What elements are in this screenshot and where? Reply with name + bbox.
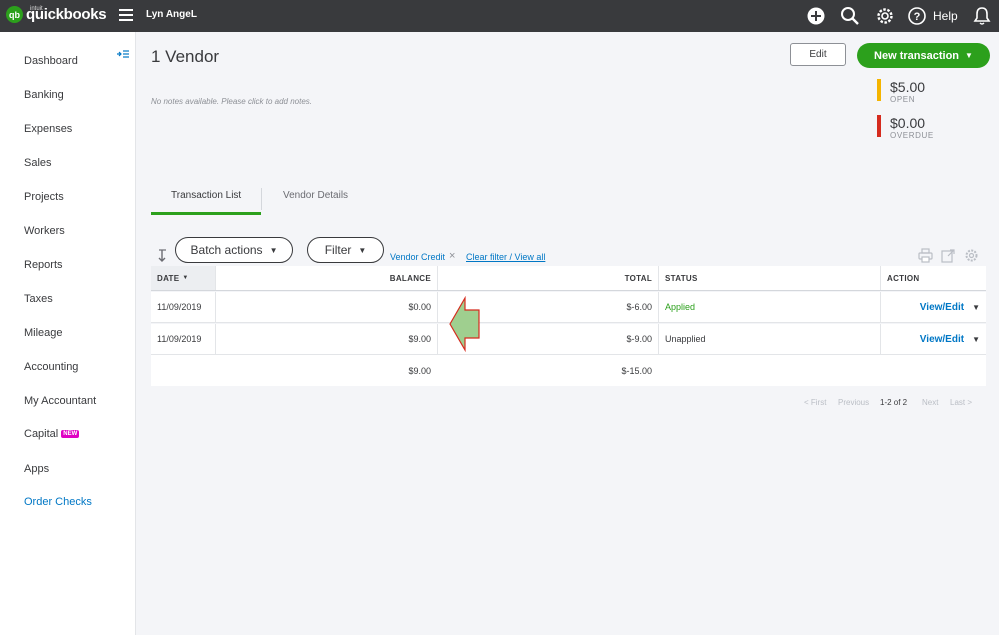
total-balance: $9.00 — [408, 365, 431, 376]
tab-divider — [261, 188, 262, 210]
filter-tag-vendor-credit: Vendor Credit — [390, 252, 446, 262]
view-edit-link[interactable]: View/Edit — [920, 302, 964, 313]
table-row[interactable]: 11/09/2019 $0.00 $-6.00 Applied View/Edi… — [151, 292, 986, 323]
overdue-amount: $0.00 — [890, 115, 926, 131]
gear-icon[interactable] — [875, 5, 895, 27]
menu-icon[interactable] — [119, 9, 133, 21]
new-transaction-button[interactable]: New transaction ▼ — [857, 43, 990, 68]
caret-down-icon: ▼ — [965, 51, 973, 60]
help-icon[interactable]: ? — [907, 5, 927, 27]
collapse-sidebar-icon[interactable] — [116, 49, 130, 59]
table-row[interactable]: 11/09/2019 $9.00 $-9.00 Unapplied View/E… — [151, 324, 986, 355]
table-totals-row: $9.00 $-15.00 — [151, 355, 986, 386]
new-transaction-label: New transaction — [874, 49, 960, 62]
filter-button[interactable]: Filter ▼ — [307, 237, 384, 263]
batch-actions-label: Batch actions — [190, 243, 263, 257]
sidebar-item-taxes[interactable]: Taxes — [24, 293, 53, 305]
pagination-range: 1-2 of 2 — [880, 398, 908, 407]
sidebar-item-apps[interactable]: Apps — [24, 463, 49, 475]
sidebar-item-projects[interactable]: Projects — [24, 191, 64, 203]
column-header-label: DATE — [157, 273, 180, 283]
row-action-dropdown-icon[interactable]: ▼ — [972, 335, 980, 344]
overdue-indicator-bar — [877, 115, 881, 137]
qb-logo-icon: qb — [6, 6, 23, 23]
filter-label: Filter — [324, 243, 352, 257]
batch-actions-button[interactable]: Batch actions ▼ — [175, 237, 293, 263]
column-header-date[interactable]: DATE ▼ — [151, 266, 215, 290]
sidebar-item-reports[interactable]: Reports — [24, 259, 63, 271]
open-amount: $5.00 — [890, 79, 926, 95]
row-action: View/Edit ▼ — [880, 324, 986, 354]
column-header-balance[interactable]: BALANCE — [215, 266, 437, 290]
total-amount: $-15.00 — [621, 365, 652, 376]
pagination-previous: Previous — [838, 398, 870, 407]
open-label: OPEN — [890, 95, 916, 104]
row-action-dropdown-icon[interactable]: ▼ — [972, 303, 980, 312]
column-header-status[interactable]: STATUS — [658, 266, 880, 290]
pagination-first: < First — [804, 398, 827, 407]
quickbooks-logo[interactable]: qb quickbooks intuit — [6, 6, 107, 23]
pagination-next: Next — [922, 398, 939, 407]
edit-button[interactable]: Edit — [790, 43, 846, 66]
row-balance: $0.00 — [215, 292, 437, 322]
pagination-last: Last > — [950, 398, 973, 407]
open-indicator-bar — [877, 79, 881, 101]
annotation-arrow-icon — [449, 296, 480, 352]
svg-text:?: ? — [914, 11, 921, 23]
sidebar-item-banking[interactable]: Banking — [24, 89, 64, 101]
row-balance: $9.00 — [215, 324, 437, 354]
row-date: 11/09/2019 — [157, 302, 202, 312]
sidebar-item-order-checks[interactable]: Order Checks — [24, 496, 92, 508]
page-title: 1 Vendor — [151, 47, 220, 66]
row-action: View/Edit ▼ — [880, 292, 986, 322]
row-status: Applied — [658, 292, 880, 322]
table-header-row: DATE ▼ BALANCE TOTAL STATUS ACTION — [151, 266, 986, 291]
top-bar: qb quickbooks intuit Lyn AngeL ? Help — [0, 0, 999, 32]
sidebar: Dashboard Banking Expenses Sales Project… — [0, 32, 136, 635]
sort-arrow-icon[interactable] — [157, 249, 171, 263]
clear-filter-link[interactable]: Clear filter / View all — [466, 252, 545, 262]
new-badge: NEW — [61, 430, 80, 439]
tab-transaction-list[interactable]: Transaction List — [171, 190, 241, 201]
bell-icon[interactable] — [972, 5, 992, 27]
active-tab-indicator — [151, 212, 261, 215]
sort-caret-icon: ▼ — [182, 275, 189, 281]
sidebar-item-mileage[interactable]: Mileage — [24, 327, 63, 339]
print-icon[interactable] — [918, 248, 933, 263]
company-name[interactable]: Lyn AngeL — [146, 9, 197, 20]
overdue-label: OVERDUE — [890, 131, 934, 140]
sidebar-item-workers[interactable]: Workers — [24, 225, 65, 237]
plus-circle-icon[interactable] — [806, 5, 826, 27]
logo-intuit-text: intuit — [30, 6, 43, 12]
export-icon[interactable] — [941, 248, 956, 263]
sidebar-item-capital[interactable]: Capital NEW — [24, 428, 80, 440]
caret-down-icon: ▼ — [269, 245, 278, 255]
tab-vendor-details[interactable]: Vendor Details — [283, 190, 348, 201]
row-date: 11/09/2019 — [157, 334, 202, 344]
search-icon[interactable] — [840, 5, 860, 27]
help-label[interactable]: Help — [933, 9, 958, 23]
view-edit-link[interactable]: View/Edit — [920, 334, 964, 345]
sidebar-item-label: Capital — [24, 428, 59, 440]
vendor-notes[interactable]: No notes available. Please click to add … — [151, 97, 312, 106]
remove-filter-icon[interactable]: × — [449, 250, 455, 262]
sidebar-item-expenses[interactable]: Expenses — [24, 123, 72, 135]
column-header-action: ACTION — [880, 266, 986, 290]
table-settings-gear-icon[interactable] — [964, 248, 979, 263]
column-header-total[interactable]: TOTAL — [437, 266, 658, 290]
sidebar-item-dashboard[interactable]: Dashboard — [24, 55, 78, 67]
row-status: Unapplied — [658, 324, 880, 354]
sidebar-item-accounting[interactable]: Accounting — [24, 361, 78, 373]
sidebar-item-my-accountant[interactable]: My Accountant — [24, 395, 96, 407]
sidebar-item-sales[interactable]: Sales — [24, 157, 52, 169]
caret-down-icon: ▼ — [358, 245, 367, 255]
